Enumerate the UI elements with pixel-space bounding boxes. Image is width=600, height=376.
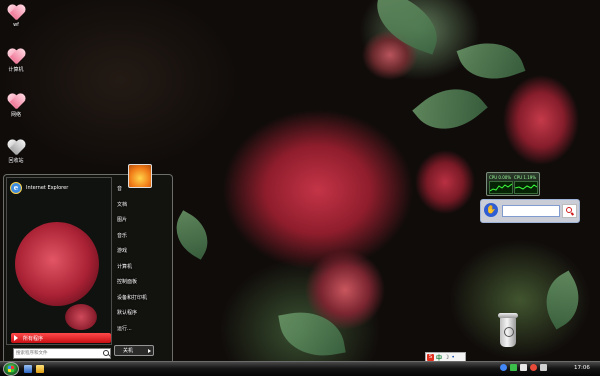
start-menu-programs-pane: e Internet Explorer 所有程序	[6, 177, 112, 359]
all-programs-button[interactable]: 所有程序	[11, 333, 111, 343]
system-tray	[500, 364, 547, 371]
tray-app-icon[interactable]	[510, 364, 517, 371]
menu-item-games[interactable]: 游戏	[116, 245, 168, 261]
windows-logo-icon	[8, 366, 14, 372]
arrow-right-icon[interactable]	[148, 349, 151, 353]
pinned-program-label: Internet Explorer	[26, 185, 69, 191]
rose-image	[15, 222, 99, 306]
quick-launch	[24, 365, 44, 373]
network-icon[interactable]	[500, 364, 507, 371]
desktop-icon-computer[interactable]: 计算机	[3, 49, 29, 73]
start-search-input[interactable]	[14, 349, 100, 358]
start-button[interactable]	[3, 362, 19, 376]
menu-item-devices-printers[interactable]: 设备和打印机	[116, 292, 168, 308]
flag-icon[interactable]	[520, 364, 527, 371]
desktop-icon-label: wf	[13, 22, 19, 28]
heart-icon	[7, 94, 25, 110]
memory-usage-text: CPU 1.19%	[514, 175, 537, 180]
heart-icon	[7, 49, 25, 65]
desktop-icon-recycle-bin[interactable]: 回收站	[3, 140, 29, 164]
menu-item-documents[interactable]: 文档	[116, 199, 168, 215]
ie-icon: e	[10, 182, 22, 194]
cpu-usage-text: CPU 0.00%	[489, 175, 512, 180]
desktop-icon-label: 计算机	[8, 67, 24, 73]
wallpaper-leaf	[166, 210, 218, 260]
desktop-icon-label: 网络	[10, 112, 21, 118]
desktop-icon-network[interactable]: 网络	[3, 94, 29, 118]
sogou-ime-icon[interactable]: S	[427, 354, 434, 361]
quick-launch-icon[interactable]	[24, 365, 32, 373]
cpu-graph	[489, 181, 513, 194]
all-programs-label: 所有程序	[23, 336, 44, 342]
wallpaper-leaf	[366, 0, 448, 55]
menu-item-music[interactable]: 音乐	[116, 230, 168, 246]
menu-item-computer[interactable]: 计算机	[116, 261, 168, 277]
cpu-meter-gadget[interactable]: CPU 0.00% CPU 1.19%	[486, 172, 540, 196]
start-menu-right-pane: 音 文档 图片 音乐 游戏 计算机 控制面板 设备和打印机 默认程序 运行...	[116, 183, 168, 338]
wallpaper-leaf	[412, 72, 488, 146]
user-avatar[interactable]	[128, 164, 152, 188]
recycle-heart-icon	[7, 140, 25, 156]
wallpaper-leaf	[456, 31, 526, 91]
menu-item-default-programs[interactable]: 默认程序	[116, 307, 168, 323]
start-search-box[interactable]	[13, 348, 111, 359]
menu-item-run[interactable]: 运行...	[116, 323, 168, 339]
desktop: { "desktop_icons": [ {"label": "wf", "ic…	[0, 0, 600, 376]
search-icon	[103, 350, 109, 356]
memory-graph	[514, 181, 538, 194]
half-width-icon[interactable]: ☽	[444, 354, 449, 361]
trash-lid-icon	[498, 313, 518, 318]
shutdown-button[interactable]: 关机	[114, 345, 154, 356]
pinned-internet-explorer[interactable]: e Internet Explorer	[10, 182, 68, 194]
shutdown-label: 关机	[123, 348, 134, 354]
taskbar: 17:06	[0, 361, 600, 376]
heart-icon	[7, 5, 25, 21]
wallpaper-leaf	[278, 305, 346, 363]
baidu-paw-icon: ✋	[484, 203, 498, 217]
search-icon[interactable]	[562, 204, 577, 218]
rose-bud-image	[65, 304, 97, 330]
wallpaper-leaf	[533, 270, 592, 330]
menu-item-pictures[interactable]: 图片	[116, 214, 168, 230]
desktop-icon-user[interactable]: wf	[3, 5, 29, 28]
security-icon[interactable]	[530, 364, 537, 371]
desktop-icon-label: 回收站	[8, 158, 24, 164]
volume-icon[interactable]	[540, 364, 547, 371]
start-menu: e Internet Explorer 所有程序 音 文档 图片 音乐 游戏 计…	[3, 174, 173, 362]
recycle-bin-gadget[interactable]	[497, 313, 519, 349]
recycle-mark-icon	[504, 327, 514, 337]
arrow-right-icon	[14, 335, 18, 341]
baidu-search-gadget: ✋	[480, 199, 580, 223]
punctuation-icon[interactable]: •	[451, 354, 455, 361]
clock[interactable]: 17:06	[574, 365, 590, 371]
quick-launch-icon[interactable]	[36, 365, 44, 373]
menu-item-control-panel[interactable]: 控制面板	[116, 276, 168, 292]
baidu-search-input[interactable]	[502, 205, 560, 217]
